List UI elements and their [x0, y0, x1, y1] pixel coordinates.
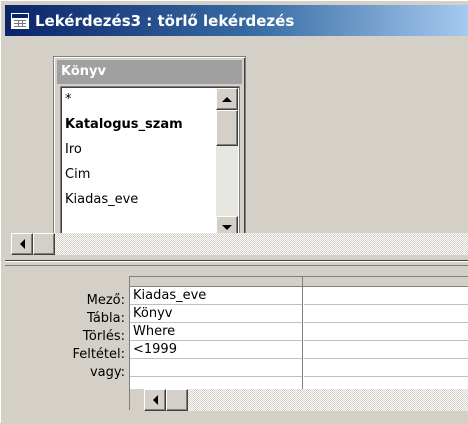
column-selector-row[interactable] [130, 277, 468, 287]
scroll-thumb[interactable] [33, 233, 55, 255]
table-cell[interactable]: Könyv [130, 306, 302, 323]
grid-horizontal-scrollbar[interactable] [130, 389, 468, 411]
field-list[interactable]: * Katalogus_szam Iro Cim Kiadas_eve [60, 86, 240, 240]
scroll-thumb[interactable] [166, 389, 188, 411]
row-label-delete: Törlés: [82, 329, 125, 344]
field-list-item-kiadas-eve[interactable]: Kiadas_eve [65, 189, 216, 214]
field-list-item-katalogus-szam[interactable]: Katalogus_szam [65, 114, 216, 139]
grid-row-criteria: <1999 [130, 342, 468, 359]
grid-row-table: Könyv [130, 306, 468, 323]
grid-row-delete: Where [130, 324, 468, 341]
table-box-title[interactable]: Könyv [57, 60, 242, 84]
design-grid-pane: Mező: Tábla: Törlés: Feltétel: vagy: Kia… [5, 267, 468, 424]
row-label-field: Mező: [86, 293, 125, 308]
criteria-cell[interactable]: <1999 [130, 342, 302, 359]
row-label-criteria: Feltétel: [72, 347, 125, 362]
field-list-item-iro[interactable]: Iro [65, 139, 216, 164]
column-divider[interactable] [302, 287, 304, 389]
delete-cell[interactable] [304, 324, 468, 341]
window-title: Lekérdezés3 : törlő lekérdezés [35, 11, 295, 30]
scroll-up-arrow-icon [222, 96, 232, 102]
row-label-or: vagy: [89, 365, 125, 380]
row-label-table: Tábla: [87, 311, 125, 326]
query-design-window: Lekérdezés3 : törlő lekérdezés Könyv * K… [0, 0, 468, 424]
field-cell[interactable]: Kiadas_eve [130, 288, 302, 305]
or-cell[interactable] [304, 360, 468, 377]
delete-cell[interactable]: Where [130, 324, 302, 341]
scroll-thumb[interactable] [216, 110, 238, 146]
scroll-left-button[interactable] [144, 389, 166, 411]
scroll-left-arrow-icon [152, 395, 158, 405]
pane-splitter[interactable] [5, 260, 468, 266]
table-pane-horizontal-scrollbar[interactable] [11, 233, 468, 255]
scroll-left-arrow-icon [19, 239, 25, 249]
field-list-item-cim[interactable]: Cim [65, 164, 216, 189]
field-cell[interactable] [304, 288, 468, 305]
design-grid[interactable]: Kiadas_eve Könyv Where <1999 [129, 276, 468, 411]
grid-row-or [130, 360, 468, 377]
or-cell[interactable] [130, 360, 302, 377]
table-cell[interactable] [304, 306, 468, 323]
scrollbar-spacer [130, 389, 144, 411]
grid-row-field: Kiadas_eve [130, 288, 468, 305]
table-field-list-konyv[interactable]: Könyv * Katalogus_szam Iro Cim Kiadas_ev… [53, 56, 246, 247]
field-list-item-all[interactable]: * [65, 89, 216, 114]
column-selector-divider [302, 277, 303, 287]
scroll-down-arrow-icon [222, 224, 232, 230]
scroll-left-button[interactable] [11, 233, 33, 255]
field-list-vertical-scrollbar[interactable] [216, 88, 238, 238]
criteria-cell[interactable] [304, 342, 468, 359]
title-bar[interactable]: Lekérdezés3 : törlő lekérdezés [5, 5, 468, 36]
scroll-up-button[interactable] [216, 88, 238, 110]
table-pane[interactable]: Könyv * Katalogus_szam Iro Cim Kiadas_ev… [5, 36, 468, 260]
query-window-icon[interactable] [11, 12, 29, 29]
